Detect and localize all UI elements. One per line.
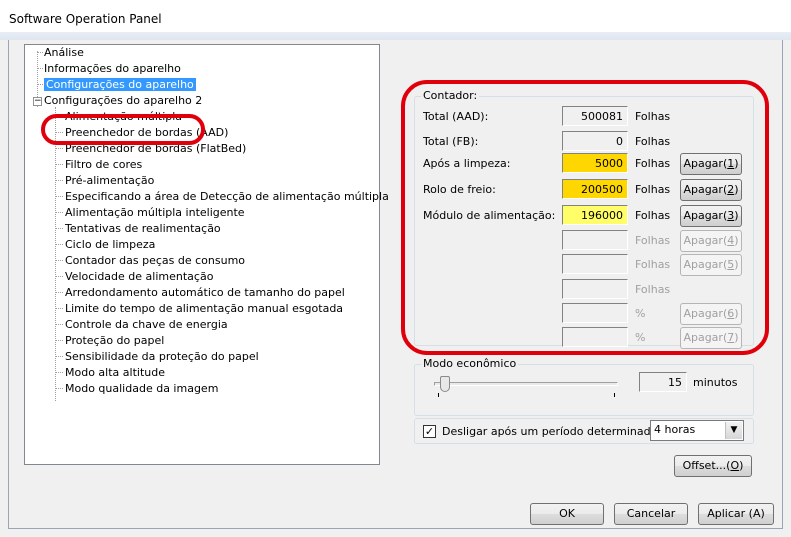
tree-child-item[interactable]: Modo qualidade da imagem xyxy=(65,381,218,397)
window-title: Software Operation Panel xyxy=(9,12,162,26)
counter-value xyxy=(562,230,628,250)
counter-value xyxy=(562,254,628,274)
counter-unit: % xyxy=(635,307,646,320)
eco-minutes-value: 15 xyxy=(639,372,687,392)
tree-child-item[interactable]: Velocidade de alimentação xyxy=(65,269,213,285)
tree-child-item[interactable]: Alimentação múltipla inteligente xyxy=(65,205,245,221)
counter-unit: Folhas xyxy=(635,209,671,222)
tree-item-selected-label: Configurações do aparelho xyxy=(44,78,196,91)
tree-child-item[interactable]: Preenchedor de bordas (FlatBed) xyxy=(65,141,246,157)
tree-child-item[interactable]: Sensibilidade da proteção do papel xyxy=(65,349,259,365)
counter-unit: Folhas xyxy=(635,234,671,247)
clear-counter-button[interactable]: Apagar(6) xyxy=(680,303,742,325)
tree-child-item[interactable]: Modo alta altitude xyxy=(65,365,165,381)
tree-child-item[interactable]: Tentativas de realimentação xyxy=(65,221,221,237)
title-bar: Software Operation Panel xyxy=(0,0,791,40)
tree-child-item[interactable]: Arredondamento automático de tamanho do … xyxy=(65,285,345,301)
counter-value: 500081 xyxy=(562,106,628,126)
counter-unit: % xyxy=(635,331,646,344)
counter-value xyxy=(562,279,628,299)
ok-button[interactable]: OK xyxy=(530,503,604,525)
counter-unit: Folhas xyxy=(635,135,671,148)
power-off-label: Desligar após um período determinado xyxy=(442,425,658,438)
tree-child-item[interactable]: Especificando a área de Detecção de alim… xyxy=(65,189,389,205)
counter-unit: Folhas xyxy=(635,183,671,196)
checkmark-icon: ✓ xyxy=(424,425,435,438)
power-off-checkbox[interactable]: ✓ xyxy=(423,425,436,438)
eco-minutes-unit: minutos xyxy=(693,376,738,389)
apply-button[interactable]: Aplicar (A) xyxy=(698,503,774,525)
tree-child-item[interactable]: Limite do tempo de alimentação manual es… xyxy=(65,301,343,317)
tree-item-configuracoes-do-aparelho[interactable]: Configurações do aparelho xyxy=(44,77,196,93)
tree-item-informacoes-do-aparelho[interactable]: Informações do aparelho xyxy=(44,61,181,77)
counter-value xyxy=(562,303,628,323)
eco-mode-group: Modo econômico xyxy=(414,357,754,416)
tree-child-item[interactable]: Preenchedor de bordas (AAD) xyxy=(65,125,228,141)
clear-counter-button[interactable]: Apagar(1) xyxy=(680,153,742,175)
counter-value xyxy=(562,327,628,347)
counter-value: 5000 xyxy=(562,153,628,173)
tree-child-item[interactable]: Alimentação múltipla xyxy=(65,109,182,125)
tree-child-item[interactable]: Ciclo de limpeza xyxy=(65,237,155,253)
clear-counter-button[interactable]: Apagar(2) xyxy=(680,179,742,201)
counter-label: Módulo de alimentação: xyxy=(423,209,556,222)
eco-mode-slider-track[interactable] xyxy=(434,382,618,386)
tree-item-configuracoes-do-aparelho-2[interactable]: Configurações do aparelho 2 xyxy=(44,93,202,109)
offset-button[interactable]: Offset...(O) xyxy=(674,455,752,477)
counter-label: Rolo de freio: xyxy=(423,183,496,196)
counter-value: 0 xyxy=(562,131,628,151)
counter-label: Após a limpeza: xyxy=(423,157,511,170)
tree-child-item[interactable]: Proteção do papel xyxy=(65,333,164,349)
window: Software Operation Panel Análise Informa… xyxy=(0,0,791,537)
counter-label: Total (AAD): xyxy=(423,110,489,123)
cancel-button[interactable]: Cancelar xyxy=(614,503,688,525)
power-off-select[interactable]: 4 horas ▼ xyxy=(650,420,744,441)
counter-legend: Contador: xyxy=(421,89,480,102)
counter-unit: Folhas xyxy=(635,283,671,296)
tree-child-item[interactable]: Pré-alimentação xyxy=(65,173,154,189)
dropdown-arrow-icon: ▼ xyxy=(725,422,742,439)
counter-value: 200500 xyxy=(562,179,628,199)
clear-counter-button[interactable]: Apagar(5) xyxy=(680,254,742,276)
clear-counter-button[interactable]: Apagar(7) xyxy=(680,327,742,349)
tree-child-item[interactable]: Filtro de cores xyxy=(65,157,142,173)
clear-counter-button[interactable]: Apagar(4) xyxy=(680,230,742,252)
eco-mode-legend: Modo econômico xyxy=(421,357,519,370)
counter-value: 196000 xyxy=(562,205,628,225)
counter-unit: Folhas xyxy=(635,110,671,123)
settings-tree[interactable]: Análise Informações do aparelho Configur… xyxy=(24,44,389,465)
collapse-icon[interactable]: − xyxy=(33,97,42,106)
counter-label: Total (FB): xyxy=(423,135,479,148)
eco-mode-slider-thumb[interactable] xyxy=(440,376,451,392)
counter-unit: Folhas xyxy=(635,258,671,271)
tree-child-item[interactable]: Contador das peças de consumo xyxy=(65,253,245,269)
tree-item-analise[interactable]: Análise xyxy=(44,45,84,61)
counter-unit: Folhas xyxy=(635,157,671,170)
power-off-select-value: 4 horas xyxy=(654,423,696,436)
tree-child-item[interactable]: Controle da chave de energia xyxy=(65,317,228,333)
clear-counter-button[interactable]: Apagar(3) xyxy=(680,205,742,227)
